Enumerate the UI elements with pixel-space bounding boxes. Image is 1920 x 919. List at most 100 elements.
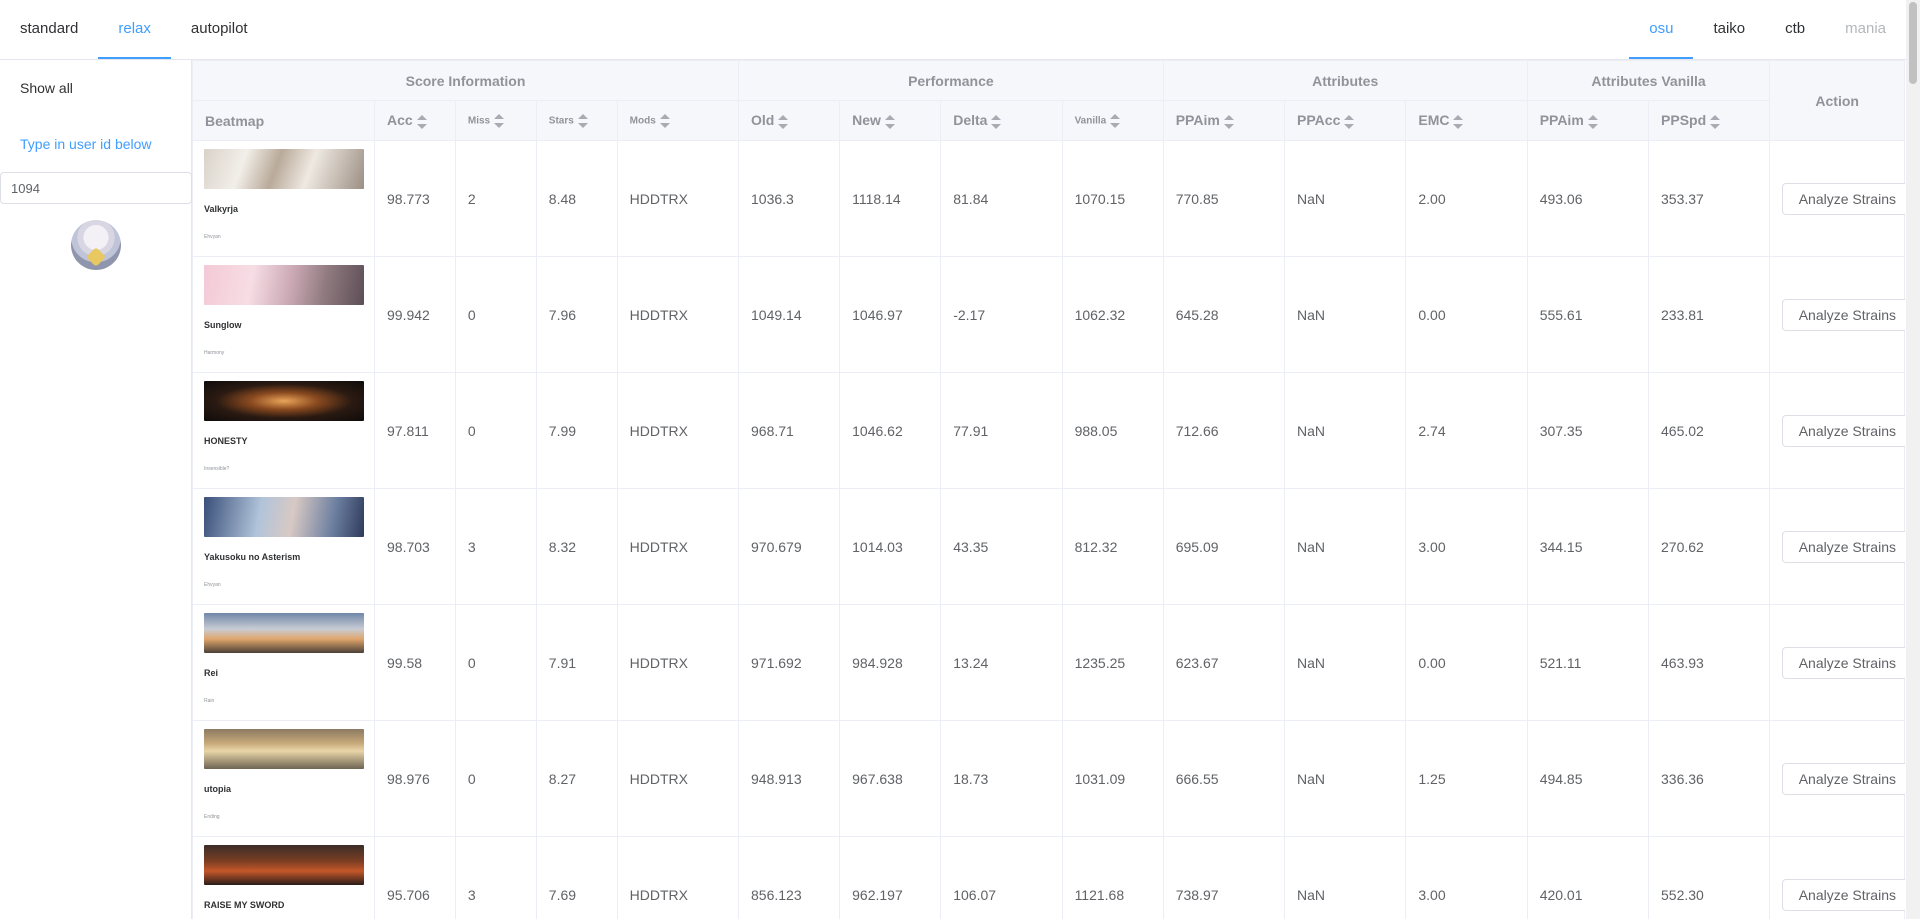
- analyze-strains-button[interactable]: Analyze Strains: [1782, 878, 1905, 911]
- cell-delta: 106.07: [940, 836, 1063, 919]
- analyze-strains-button[interactable]: Analyze Strains: [1782, 298, 1905, 331]
- column-beatmap: Beatmap: [192, 100, 375, 141]
- beatmap-title[interactable]: Sunglow: [204, 320, 374, 330]
- gamemode-tabs: standard relax autopilot: [0, 0, 268, 59]
- cell-vanilla: 1062.32: [1061, 256, 1164, 373]
- sort-icon[interactable]: [884, 114, 895, 129]
- cell-miss: 0: [454, 372, 537, 489]
- column-miss[interactable]: Miss: [454, 100, 537, 141]
- cell-emc: 2.74: [1405, 372, 1528, 489]
- sort-icon[interactable]: [778, 114, 789, 129]
- beatmap-title[interactable]: utopia: [204, 784, 374, 794]
- type-user-id-hint[interactable]: Type in user id below: [0, 116, 191, 172]
- column-vanilla-label: Vanilla: [1074, 115, 1107, 127]
- cell-acc: 98.703: [374, 488, 456, 605]
- sort-icon[interactable]: [1587, 114, 1598, 129]
- cell-v-ppaim: 307.35: [1526, 372, 1650, 489]
- sort-icon[interactable]: [991, 114, 1002, 129]
- analyze-strains-button[interactable]: Analyze Strains: [1782, 646, 1905, 679]
- column-mods[interactable]: Mods: [616, 100, 740, 141]
- sort-icon[interactable]: [659, 113, 670, 128]
- cell-miss: 0: [454, 604, 537, 721]
- cell-stars: 8.27: [535, 720, 618, 837]
- column-delta-label: Delta: [953, 112, 988, 129]
- cell-v-ppspd: 465.02: [1648, 372, 1771, 489]
- column-vanilla-ppspd[interactable]: PPSpd: [1648, 100, 1771, 141]
- cell-new: 1046.97: [839, 256, 942, 373]
- tab-mania: mania: [1845, 20, 1886, 37]
- column-old[interactable]: Old: [738, 100, 841, 141]
- tab-taiko[interactable]: taiko: [1693, 0, 1765, 59]
- sort-icon[interactable]: [416, 114, 427, 129]
- cell-stars: 8.32: [535, 488, 618, 605]
- column-vanilla[interactable]: Vanilla: [1061, 100, 1164, 141]
- beatmap-difficulty: Insensible?: [204, 466, 230, 472]
- beatmap-title[interactable]: Yakusoku no Asterism: [204, 552, 374, 562]
- sort-icon[interactable]: [577, 113, 588, 128]
- beatmap-title[interactable]: HONESTY: [204, 436, 374, 446]
- cell-mods: HDDTRX: [616, 720, 740, 837]
- cell-miss: 0: [454, 720, 537, 837]
- beatmap-difficulty: Harmony: [204, 350, 225, 356]
- beatmap-difficulty: Ehvyan: [204, 582, 221, 588]
- cell-emc: 2.00: [1405, 140, 1528, 257]
- show-all-item[interactable]: Show all: [0, 60, 191, 116]
- beatmap-cover-image: [204, 265, 364, 305]
- cell-emc: 0.00: [1405, 604, 1528, 721]
- column-ppaim[interactable]: PPAim: [1162, 100, 1286, 141]
- cell-stars: 8.48: [535, 140, 618, 257]
- scrollbar-thumb[interactable]: [1909, 2, 1917, 84]
- sort-icon[interactable]: [1453, 114, 1464, 129]
- analyze-strains-button[interactable]: Analyze Strains: [1782, 182, 1905, 215]
- cell-mods: HDDTRX: [616, 372, 740, 489]
- column-ppacc[interactable]: PPAcc: [1284, 100, 1407, 141]
- beatmap-title[interactable]: Rei: [204, 668, 374, 678]
- mode-nav-bar: standard relax autopilot osu taiko ctb m…: [0, 0, 1906, 60]
- cell-acc: 95.706: [374, 836, 456, 919]
- cell-ppacc: NaN: [1284, 720, 1407, 837]
- page-scrollbar[interactable]: [1906, 0, 1920, 919]
- cell-old: 971.692: [738, 604, 841, 721]
- column-stars[interactable]: Stars: [535, 100, 618, 141]
- cell-old: 1036.3: [738, 140, 841, 257]
- tab-autopilot[interactable]: autopilot: [171, 0, 268, 59]
- sort-icon[interactable]: [1223, 114, 1234, 129]
- tab-osu[interactable]: osu: [1629, 0, 1694, 59]
- beatmap-difficulty: Rain: [204, 698, 215, 704]
- column-vanilla-ppaim[interactable]: PPAim: [1526, 100, 1650, 141]
- sort-icon[interactable]: [1710, 114, 1721, 129]
- sort-icon[interactable]: [1110, 113, 1121, 128]
- column-vanilla-ppspd-label: PPSpd: [1661, 112, 1707, 129]
- column-delta[interactable]: Delta: [940, 100, 1063, 141]
- sort-icon[interactable]: [494, 113, 505, 128]
- action-cell: Analyze Strains..: [1769, 604, 1905, 721]
- cell-old: 970.679: [738, 488, 841, 605]
- group-attributes-vanilla: Attributes Vanilla: [1526, 60, 1771, 101]
- cell-ppaim: 623.67: [1162, 604, 1286, 721]
- cell-ppaim: 738.97: [1162, 836, 1286, 919]
- analyze-strains-button[interactable]: Analyze Strains: [1782, 530, 1905, 563]
- user-id-input[interactable]: [0, 172, 192, 204]
- analyze-strains-button[interactable]: Analyze Strains: [1782, 762, 1905, 795]
- cell-vanilla: 1121.68: [1061, 836, 1164, 919]
- sort-icon[interactable]: [1344, 114, 1355, 129]
- tab-relax[interactable]: relax: [98, 0, 171, 59]
- column-new[interactable]: New: [839, 100, 942, 141]
- table-row: Sunglow Harmony 99.942 0 7.96 HDDTRX 1049.14 10…: [192, 256, 1905, 373]
- tab-standard[interactable]: standard: [0, 0, 98, 59]
- beatmap-title[interactable]: Valkyrja: [204, 204, 374, 214]
- column-new-label: New: [852, 112, 881, 129]
- tab-ctb[interactable]: ctb: [1765, 0, 1825, 59]
- column-emc[interactable]: EMC: [1405, 100, 1528, 141]
- column-acc[interactable]: Acc: [374, 100, 456, 141]
- analyze-strains-button[interactable]: Analyze Strains: [1782, 414, 1905, 447]
- cell-miss: 3: [454, 488, 537, 605]
- cell-emc: 0.00: [1405, 256, 1528, 373]
- cell-v-ppspd: 270.62: [1648, 488, 1771, 605]
- cell-ppaim: 770.85: [1162, 140, 1286, 257]
- cell-delta: 77.91: [940, 372, 1063, 489]
- beatmap-title[interactable]: RAISE MY SWORD: [204, 900, 374, 910]
- cell-vanilla: 1031.09: [1061, 720, 1164, 837]
- cell-acc: 99.58: [374, 604, 456, 721]
- cell-v-ppaim: 555.61: [1526, 256, 1650, 373]
